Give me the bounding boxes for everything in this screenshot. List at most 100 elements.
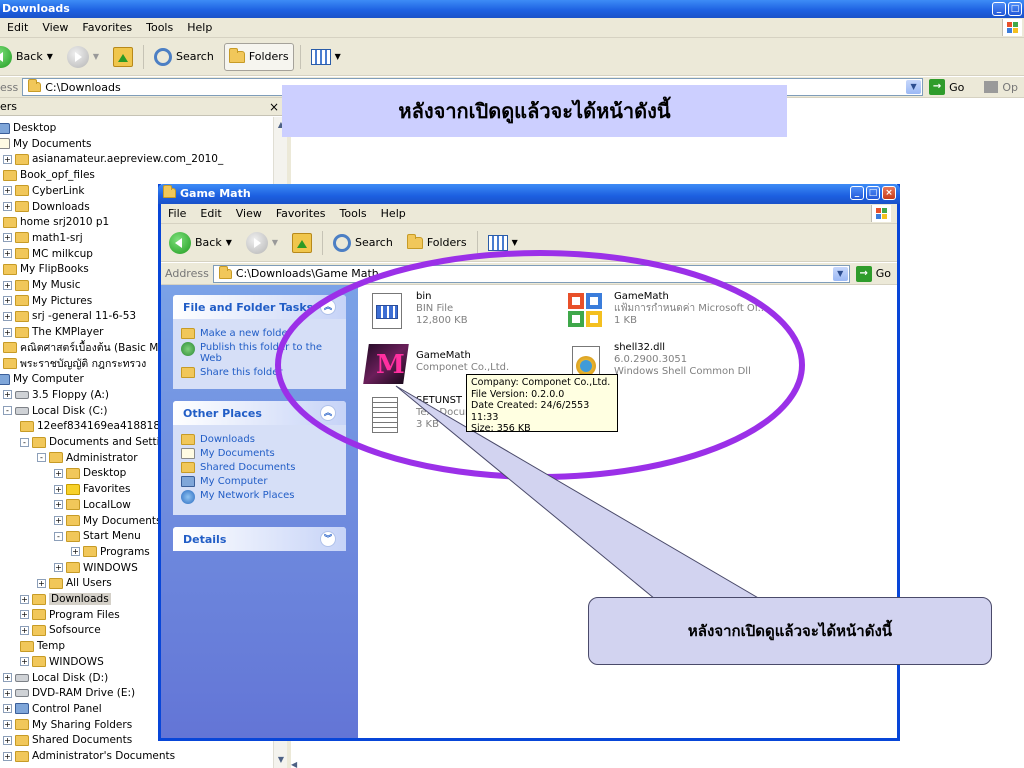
h-scroll-left-icon[interactable]: ◀ [291, 760, 305, 768]
tree-item[interactable]: + Program Files [20, 607, 120, 623]
place-my-computer-link[interactable]: My Computer [181, 476, 338, 487]
collapse-chevron-icon[interactable]: ︽ [320, 299, 336, 315]
tree-item[interactable]: + asianamateur.aepreview.com_2010_ [3, 151, 223, 167]
forward-button[interactable]: ▼ [63, 43, 103, 71]
tree-item[interactable]: + srj -general 11-6-53 [3, 308, 136, 324]
back-dropdown-icon[interactable]: ▼ [226, 238, 232, 247]
address-dropdown-button[interactable]: ▼ [906, 80, 922, 94]
expand-icon[interactable]: + [3, 249, 12, 259]
tree-item[interactable]: + All Users [37, 575, 112, 591]
menu-edit[interactable]: Edit [0, 21, 35, 34]
expand-icon[interactable]: + [3, 673, 12, 682]
tree-item[interactable]: + Local Disk (D:) [3, 670, 108, 686]
tree-item[interactable]: + CyberLink [3, 183, 85, 199]
file-folder-tasks-header[interactable]: File and Folder Tasks ︽ [173, 295, 346, 319]
tree-item[interactable]: - Documents and Settings [20, 434, 178, 450]
minimize-button[interactable]: _ [992, 2, 1006, 16]
tree-item[interactable]: + The KMPlayer [3, 324, 104, 340]
back-dropdown-icon[interactable]: ▼ [47, 52, 53, 61]
tree-item[interactable]: + Downloads [3, 199, 90, 215]
collapse-icon[interactable]: - [37, 453, 46, 463]
collapse-icon[interactable]: - [3, 406, 12, 416]
expand-icon[interactable]: + [3, 154, 12, 164]
options-button[interactable]: Op [970, 81, 1024, 94]
tree-item[interactable]: + Shared Documents [3, 732, 132, 748]
tree-item[interactable]: + Administrator's Documents [3, 748, 175, 764]
tree-item[interactable]: + Control Panel [3, 701, 102, 717]
forward-dropdown-icon[interactable]: ▼ [272, 238, 278, 247]
expand-icon[interactable]: + [3, 280, 12, 290]
tree-item[interactable]: + LocalLow [54, 497, 131, 513]
expand-icon[interactable]: + [37, 578, 46, 588]
tree-item[interactable]: +3.5 Floppy (A:) [3, 387, 109, 403]
tree-item[interactable]: - Administrator [37, 450, 138, 466]
tree-item[interactable]: + Programs [71, 544, 150, 560]
menu-file[interactable]: File [161, 207, 193, 220]
views-button[interactable]: ▼ [307, 43, 345, 71]
expand-icon[interactable]: + [54, 516, 63, 525]
tree-item[interactable]: + WINDOWS [20, 654, 104, 670]
up-folder-button[interactable] [109, 43, 137, 71]
expand-icon[interactable]: + [3, 202, 12, 211]
expand-icon[interactable]: + [3, 311, 12, 321]
expand-icon[interactable]: + [3, 296, 12, 306]
expand-icon[interactable]: + [54, 563, 63, 573]
maximize-button[interactable]: □ [1008, 2, 1022, 16]
collapse-chevron-icon[interactable]: ︽ [320, 405, 336, 421]
expand-chevron-icon[interactable]: ︾ [320, 531, 336, 547]
place-shared-documents-link[interactable]: Shared Documents [181, 462, 338, 473]
file-item-gamemath-config[interactable]: GameMath แฟ้มการกำหนดค่า Microsoft Of...… [566, 291, 767, 331]
tree-item[interactable]: + My Pictures [3, 293, 92, 309]
other-places-header[interactable]: Other Places ︽ [173, 401, 346, 425]
tree-item[interactable]: 12eef834169ea4188186 [20, 418, 167, 434]
tree-item[interactable]: + math1-srj [3, 230, 83, 246]
inner-maximize-button[interactable]: □ [866, 186, 880, 200]
expand-icon[interactable]: + [3, 720, 12, 730]
tree-item[interactable]: + WINDOWS [54, 560, 138, 576]
inner-folders-button[interactable]: Folders [403, 229, 471, 257]
tree-item[interactable]: + My Music [3, 277, 81, 293]
tree-item[interactable]: คณิตศาสตร์เบื้องต้น (Basic M [3, 340, 158, 356]
inner-up-folder-button[interactable] [288, 229, 316, 257]
tree-item[interactable]: + My Documents [54, 513, 161, 529]
search-button[interactable]: Search [150, 43, 218, 71]
menu-view[interactable]: View [35, 21, 75, 34]
tree-item[interactable]: - Start Menu [54, 528, 141, 544]
menu-help[interactable]: Help [180, 21, 219, 34]
go-button[interactable]: → Go [923, 79, 970, 95]
menu-edit[interactable]: Edit [193, 207, 228, 220]
forward-dropdown-icon[interactable]: ▼ [93, 52, 99, 61]
tree-item[interactable]: My Computer [0, 371, 84, 387]
address-dropdown-button[interactable]: ▼ [832, 266, 848, 281]
expand-icon[interactable]: + [54, 484, 63, 494]
tree-item[interactable]: + Sofsource [20, 622, 101, 638]
tree-item[interactable]: Temp [20, 638, 65, 654]
menu-favorites[interactable]: Favorites [269, 207, 333, 220]
tree-item[interactable]: + MC milkcup [3, 246, 93, 262]
inner-close-button[interactable]: × [882, 186, 896, 200]
menu-view[interactable]: View [229, 207, 269, 220]
inner-back-button[interactable]: Back ▼ [165, 229, 236, 257]
file-item-setunst[interactable]: SETUNST Text Docum 3 KB [368, 395, 475, 435]
expand-icon[interactable]: + [20, 625, 29, 635]
details-header[interactable]: Details ︾ [173, 527, 346, 551]
folders-button[interactable]: Folders [223, 42, 294, 71]
expand-icon[interactable]: + [3, 704, 12, 714]
expand-icon[interactable]: + [20, 610, 29, 620]
menu-help[interactable]: Help [374, 207, 413, 220]
tree-item[interactable]: My Documents [0, 136, 91, 152]
place-downloads-link[interactable]: Downloads [181, 434, 338, 445]
expand-icon[interactable]: + [3, 390, 12, 400]
inner-minimize-button[interactable]: _ [850, 186, 864, 200]
tree-item[interactable]: + Favorites [54, 481, 130, 497]
expand-icon[interactable]: + [3, 186, 12, 196]
expand-icon[interactable]: + [20, 657, 29, 667]
share-folder-link[interactable]: Share this folder [181, 367, 338, 378]
expand-icon[interactable]: + [20, 594, 29, 604]
tree-item[interactable]: home srj2010 p1 [3, 214, 109, 230]
expand-icon[interactable]: + [3, 735, 12, 745]
tree-item[interactable]: พระราชบัญญัติ กฎกระทรวง [3, 356, 146, 372]
expand-icon[interactable]: + [3, 233, 12, 243]
back-button[interactable]: Back ▼ [0, 43, 57, 71]
menu-favorites[interactable]: Favorites [75, 21, 139, 34]
